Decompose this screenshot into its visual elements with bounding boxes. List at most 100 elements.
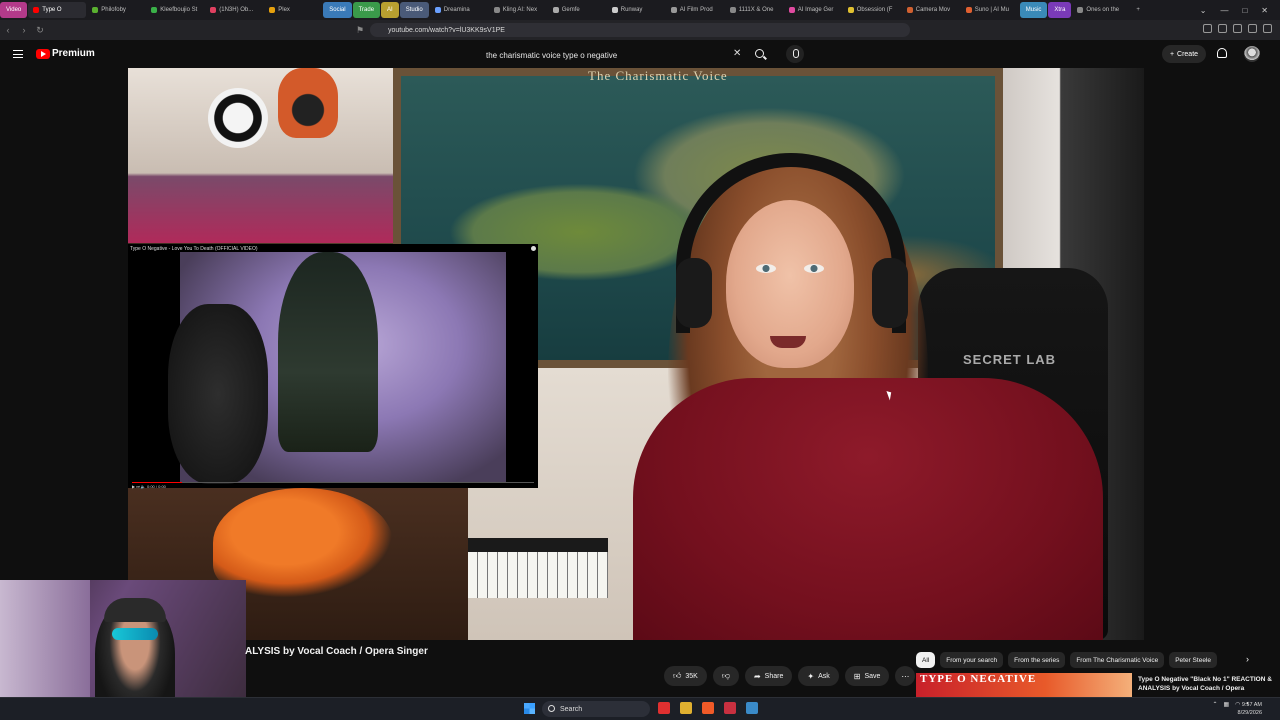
video-title: ALYSIS by Vocal Coach / Opera Singer <box>245 646 428 657</box>
tab-group[interactable]: Trade <box>352 2 381 18</box>
notifications-bell-icon[interactable] <box>1217 48 1227 58</box>
wallet-icon[interactable] <box>1248 24 1257 33</box>
browser-tab[interactable]: Plex <box>264 2 322 18</box>
tab-group[interactable]: AI <box>381 2 399 18</box>
tab-favicon-icon <box>788 7 795 13</box>
minimize-icon[interactable]: — <box>1220 6 1228 15</box>
filter-chip[interactable]: From The Charismatic Voice <box>1070 652 1165 668</box>
browser-tab[interactable]: AI Film Prod <box>666 2 724 18</box>
browser-tab[interactable]: Ones on the <box>1072 2 1130 18</box>
music-video-singer <box>278 252 378 452</box>
extension-icons <box>1203 24 1272 33</box>
app-news-icon[interactable] <box>724 702 736 714</box>
tab-favicon-icon <box>552 7 559 13</box>
url-text: youtube.com/watch?v=lU3KK9sV1PE <box>388 26 505 34</box>
tab-label: Kleefboujio St <box>160 7 198 13</box>
app-steam-icon[interactable] <box>746 702 758 714</box>
clear-search-icon[interactable]: ✕ <box>733 48 741 59</box>
tab-label: Runway <box>620 7 643 13</box>
taskbar-search[interactable]: Search <box>542 701 650 717</box>
red-panda-plush <box>278 68 338 138</box>
thumbs-up-icon: 👍︎ <box>673 671 682 680</box>
tab-label: AI Film Prod <box>679 7 713 13</box>
thumbs-down-icon: 👎︎ <box>721 671 730 680</box>
browser-tab[interactable]: Kleefboujio St <box>146 2 204 18</box>
tab-group[interactable]: Xtra <box>1048 2 1072 18</box>
keyboard-piano <box>458 538 608 598</box>
app-folder-icon[interactable] <box>680 702 692 714</box>
hamburger-menu-icon[interactable] <box>13 50 23 58</box>
tab-favicon-icon <box>965 7 972 13</box>
premium-label[interactable]: Premium <box>52 48 95 59</box>
url-field[interactable]: youtube.com/watch?v=lU3KK9sV1PE <box>370 23 910 37</box>
extension-icon[interactable] <box>1218 24 1227 33</box>
reload-icon[interactable]: ↻ <box>32 25 48 36</box>
create-button[interactable]: + Create <box>1162 45 1206 63</box>
browser-tab[interactable]: Runway <box>607 2 665 18</box>
tab-favicon-icon <box>151 7 158 13</box>
chevron-right-icon[interactable]: › <box>1246 654 1249 664</box>
tab-group[interactable]: Video <box>0 2 28 18</box>
share-icon: ➦ <box>753 671 761 681</box>
dislike-button[interactable]: 👎︎ <box>712 666 739 686</box>
tab-group-label: Studio <box>405 7 423 13</box>
close-window-icon[interactable]: ✕ <box>1261 6 1268 15</box>
browser-tab[interactable]: Type O <box>28 2 87 18</box>
browser-tab[interactable]: Kling AI: Nex <box>489 2 547 18</box>
thumbnail-text: TYPE O NEGATIVE <box>920 673 1037 685</box>
save-button[interactable]: ⊞ Save <box>844 666 890 686</box>
new-tab-button[interactable]: + <box>1131 2 1145 18</box>
share-button[interactable]: ➦ Share <box>744 666 793 686</box>
search-icon[interactable] <box>752 46 770 64</box>
filter-chip[interactable]: Peter Steele <box>1169 652 1217 668</box>
more-actions-icon[interactable]: ⋯ <box>895 666 916 686</box>
app-brave-icon[interactable] <box>702 702 714 714</box>
tab-group-label: Music <box>1025 7 1042 13</box>
browser-tab[interactable]: Obsession (F <box>843 2 901 18</box>
taskbar-search-label: Search <box>560 705 583 713</box>
tab-group-label: Trade <box>358 7 375 13</box>
sidebar-icon[interactable] <box>1233 24 1242 33</box>
filter-chip[interactable]: From the series <box>1008 652 1066 668</box>
menu-icon[interactable] <box>1263 24 1272 33</box>
like-button[interactable]: 👍︎ 35K <box>664 666 707 686</box>
bookmark-icon[interactable]: ⚑ <box>352 25 368 36</box>
browser-tab[interactable]: Gemfe <box>548 2 606 18</box>
tab-label: 1111X & One <box>738 7 774 13</box>
browser-tab[interactable]: Philofoby <box>87 2 145 18</box>
browser-tab[interactable]: Camera Mov <box>902 2 960 18</box>
app-red-icon[interactable] <box>658 702 670 714</box>
browser-tab[interactable]: (1N3H) Ob... <box>205 2 263 18</box>
youtube-logo-icon[interactable] <box>36 49 50 59</box>
browser-tab[interactable]: Dreamina <box>430 2 488 18</box>
video-player[interactable]: The Charismatic Voice SECRET LAB Type O … <box>128 68 1144 640</box>
recommendation-thumbnail[interactable]: TYPE O NEGATIVE <box>916 673 1132 700</box>
forward-icon[interactable]: › <box>16 25 32 35</box>
tab-group[interactable]: Studio <box>399 2 429 18</box>
tab-favicon-icon <box>847 7 854 13</box>
tray-chevron-icon[interactable]: ⌃ <box>1212 701 1217 708</box>
recommendation-filter-chips: All From your search From the series From T… <box>916 652 1217 668</box>
tab-group[interactable]: Music <box>1019 2 1048 18</box>
browser-tab[interactable]: AI Image Ger <box>784 2 842 18</box>
tab-favicon-icon <box>906 7 913 13</box>
windows-start-icon[interactable] <box>524 703 535 714</box>
browser-tab[interactable]: 1111X & One <box>725 2 783 18</box>
extension-icon[interactable] <box>1203 24 1212 33</box>
tab-group[interactable]: Social <box>323 2 352 18</box>
recommendation-title[interactable]: Type O Negative "Black No 1" REACTION & … <box>1138 675 1278 693</box>
tab-group-label: Xtra <box>1054 7 1066 13</box>
filter-chip[interactable]: From your search <box>940 652 1004 668</box>
search-input[interactable]: the charismatic voice type o negative <box>478 45 750 65</box>
filter-chip[interactable]: All <box>916 652 936 668</box>
account-avatar[interactable] <box>1244 46 1260 62</box>
back-icon[interactable]: ‹ <box>0 25 16 35</box>
music-video-figure <box>168 304 268 484</box>
browser-tab[interactable]: Suno | AI Mu <box>961 2 1019 18</box>
ask-button[interactable]: ✦ Ask <box>798 666 839 686</box>
embedded-time: 0:00 / 0:00 <box>147 484 166 489</box>
microphone-icon[interactable] <box>786 45 804 63</box>
tab-search-icon[interactable]: ⌄ <box>1200 6 1207 15</box>
maximize-icon[interactable]: □ <box>1242 6 1247 15</box>
taskbar-clock[interactable]: 9:57 AM 8/29/2026 <box>1228 701 1262 717</box>
